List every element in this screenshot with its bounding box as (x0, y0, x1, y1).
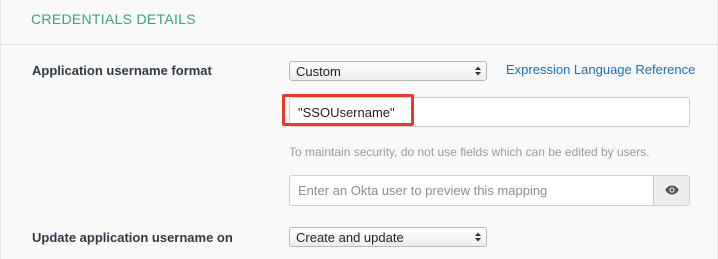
credentials-details-panel: CREDENTIALS DETAILS Application username… (0, 0, 718, 259)
update-username-select[interactable]: Create and update (289, 227, 487, 247)
section-divider (1, 44, 718, 45)
update-username-select-value: Create and update (296, 230, 404, 245)
annotation-highlight-box (282, 94, 414, 126)
eye-icon (664, 182, 679, 200)
section-title: CREDENTIALS DETAILS (31, 11, 196, 27)
expression-language-reference-link[interactable]: Expression Language Reference (506, 62, 695, 77)
username-format-label: Application username format (32, 63, 212, 78)
preview-user-input[interactable]: Enter an Okta user to preview this mappi… (289, 175, 653, 206)
preview-mapping-button[interactable] (653, 175, 690, 206)
username-format-select-value: Custom (296, 64, 341, 79)
select-arrows-icon (474, 231, 482, 243)
update-username-label: Update application username on (32, 230, 233, 245)
username-format-select[interactable]: Custom (289, 61, 487, 81)
security-help-text: To maintain security, do not use fields … (289, 145, 650, 159)
select-arrows-icon (474, 65, 482, 77)
preview-user-placeholder: Enter an Okta user to preview this mappi… (298, 183, 548, 198)
